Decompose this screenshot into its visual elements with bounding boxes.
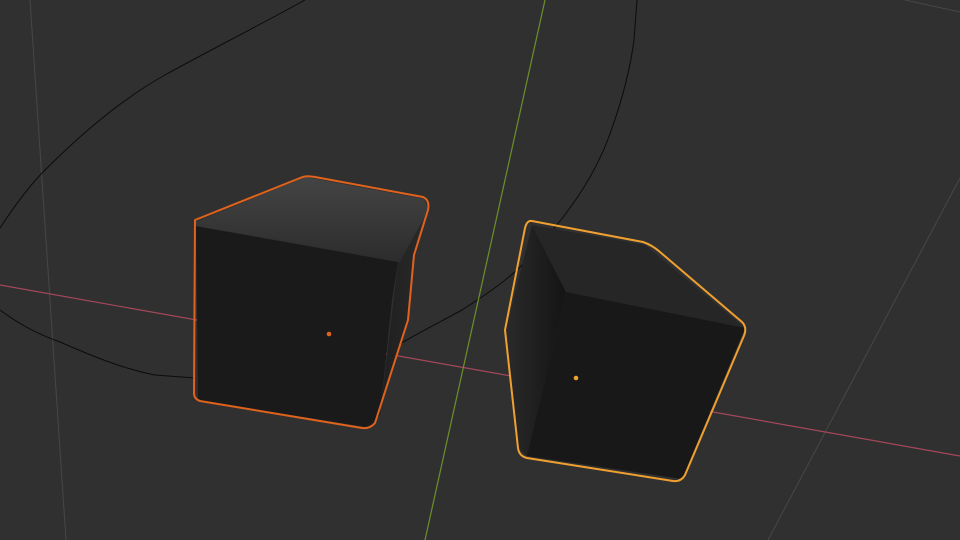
cube-1-origin-dot (326, 331, 332, 337)
3d-viewport[interactable] (0, 0, 960, 540)
viewport-background (0, 0, 960, 540)
cube-2-origin-dot (573, 375, 579, 381)
